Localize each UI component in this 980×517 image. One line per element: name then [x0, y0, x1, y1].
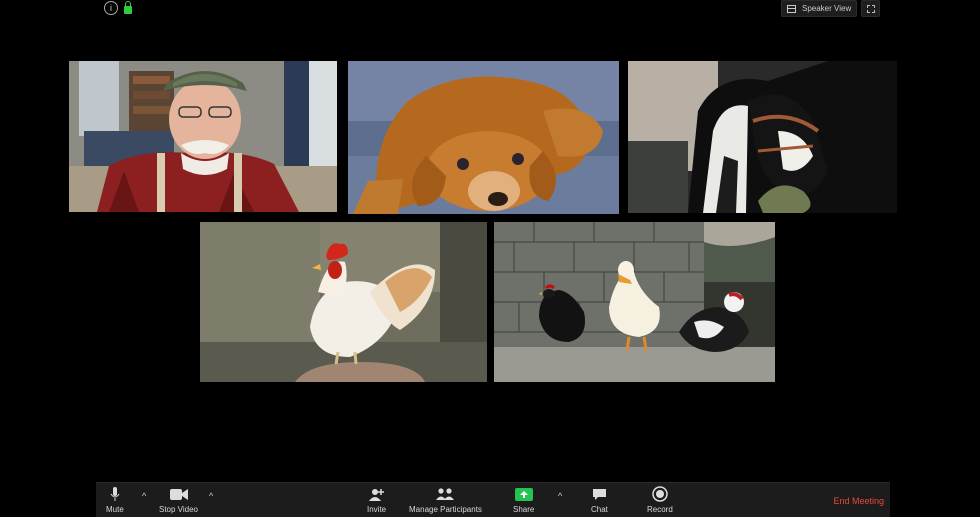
- participants-icon: [436, 488, 455, 500]
- share-button[interactable]: Share: [513, 486, 534, 514]
- speaker-view-label: Speaker View: [802, 4, 852, 13]
- video-tile-farmer[interactable]: [69, 61, 337, 212]
- invite-label: Invite: [367, 505, 387, 514]
- fullscreen-button[interactable]: [861, 0, 881, 17]
- manage-participants-label: Manage Participants: [409, 505, 482, 514]
- speaker-view-button[interactable]: Speaker View: [781, 0, 858, 17]
- poultry-video: [494, 222, 775, 382]
- video-tile-poultry[interactable]: [494, 222, 775, 382]
- mute-label: Mute: [106, 505, 124, 514]
- meeting-status: i: [104, 1, 132, 15]
- add-person-icon: [369, 488, 385, 501]
- record-label: Record: [647, 505, 673, 514]
- video-tile-rooster[interactable]: [200, 222, 487, 382]
- info-icon[interactable]: i: [104, 1, 118, 15]
- cow-video: [628, 61, 897, 213]
- share-options-caret-icon[interactable]: ^: [558, 491, 562, 501]
- grid-icon: [787, 4, 796, 13]
- share-label: Share: [513, 505, 535, 514]
- chat-button[interactable]: Chat: [591, 486, 608, 514]
- microphone-icon: [110, 486, 120, 501]
- end-meeting-button[interactable]: End Meeting: [833, 496, 884, 506]
- dog-video: [348, 61, 619, 214]
- video-options-caret-icon[interactable]: ^: [209, 491, 213, 501]
- chat-bubble-icon: [592, 488, 606, 500]
- farmer-video: [69, 61, 337, 212]
- share-screen-icon: [514, 487, 533, 501]
- video-camera-icon: [169, 488, 188, 500]
- meeting-toolbar: Mute ^ Stop Video ^ Invite Manage Partic…: [96, 482, 890, 517]
- rooster-video: [200, 222, 487, 382]
- invite-button[interactable]: Invite: [367, 486, 386, 514]
- manage-participants-button[interactable]: Manage Participants: [409, 486, 482, 514]
- audio-options-caret-icon[interactable]: ^: [142, 491, 146, 501]
- stop-video-label: Stop Video: [159, 505, 198, 514]
- mute-button[interactable]: Mute: [106, 486, 124, 514]
- chat-label: Chat: [591, 505, 608, 514]
- record-icon: [652, 486, 668, 502]
- video-tile-cow[interactable]: [628, 61, 897, 213]
- lock-icon[interactable]: [124, 1, 132, 14]
- record-button[interactable]: Record: [647, 486, 673, 514]
- view-controls: Speaker View: [781, 0, 881, 17]
- fullscreen-icon: [866, 4, 875, 13]
- video-tile-dog[interactable]: [348, 61, 619, 214]
- stop-video-button[interactable]: Stop Video: [159, 486, 198, 514]
